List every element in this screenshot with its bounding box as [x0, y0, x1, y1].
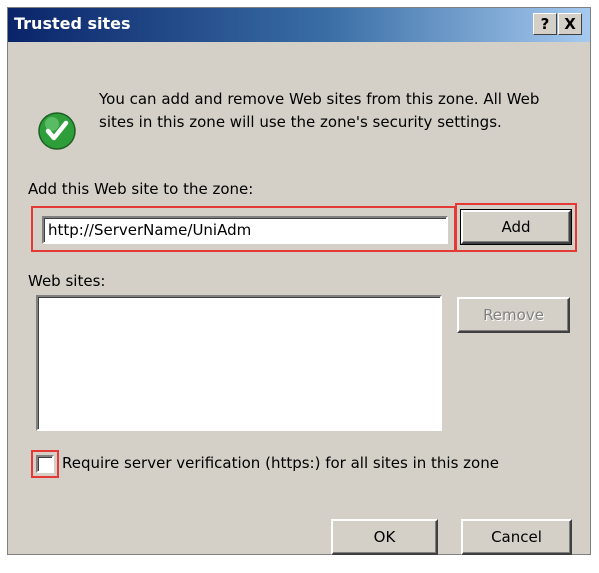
trusted-sites-dialog: Trusted sites ? X You can add and remove…: [7, 7, 591, 555]
url-input[interactable]: [42, 216, 448, 244]
require-https-checkbox[interactable]: [36, 455, 54, 473]
require-https-label[interactable]: Require server verification (https:) for…: [62, 454, 499, 472]
help-button[interactable]: ?: [533, 13, 557, 35]
checkmark-icon: [37, 111, 77, 151]
close-button[interactable]: X: [558, 13, 582, 35]
window-title: Trusted sites: [14, 14, 131, 33]
ok-button[interactable]: OK: [331, 519, 438, 555]
web-sites-list[interactable]: [36, 295, 442, 431]
add-site-label: Add this Web site to the zone:: [28, 180, 254, 198]
add-button[interactable]: Add: [460, 209, 572, 245]
zone-description: You can add and remove Web sites from th…: [99, 90, 540, 131]
web-sites-label: Web sites:: [28, 272, 106, 290]
remove-button[interactable]: Remove: [457, 297, 570, 333]
title-bar[interactable]: Trusted sites ? X: [8, 8, 590, 42]
cancel-button[interactable]: Cancel: [461, 519, 572, 555]
